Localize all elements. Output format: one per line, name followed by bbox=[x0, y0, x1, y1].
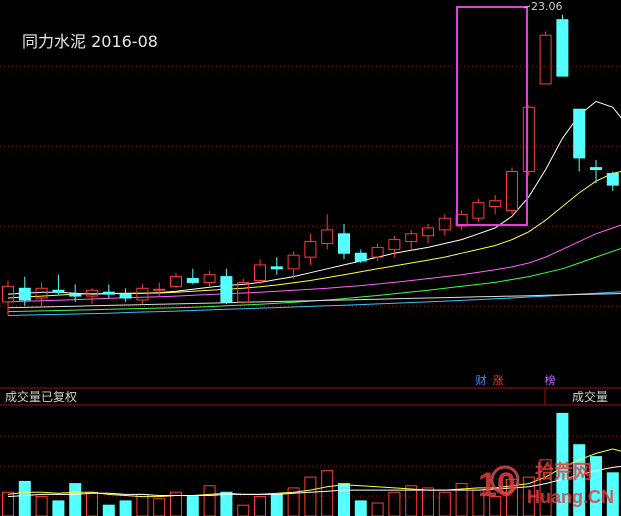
volume-bar bbox=[237, 504, 250, 516]
max-price-label: 23.06 bbox=[531, 0, 563, 13]
candle bbox=[354, 252, 367, 262]
candle bbox=[186, 278, 199, 283]
volume-bar bbox=[102, 504, 115, 516]
candle bbox=[590, 167, 602, 171]
volume-bar bbox=[18, 480, 31, 516]
candle bbox=[237, 281, 250, 303]
candle bbox=[338, 233, 350, 254]
candle bbox=[119, 293, 132, 299]
candle bbox=[539, 34, 552, 85]
volume-bar bbox=[52, 500, 65, 516]
candle bbox=[606, 172, 619, 186]
ma120-line bbox=[7, 293, 621, 309]
candle bbox=[388, 239, 401, 250]
volume-panel-right-label: 成交量 bbox=[572, 389, 608, 404]
chart-title: 同力水泥 2016-08 bbox=[22, 32, 158, 51]
volume-bar bbox=[119, 500, 132, 516]
event-badge[interactable]: 涨 bbox=[493, 374, 504, 387]
volume-bar bbox=[69, 483, 82, 516]
ma20-line bbox=[7, 224, 621, 303]
candle bbox=[371, 246, 384, 258]
event-badges: 财涨 榜 bbox=[476, 373, 556, 387]
volume-bar bbox=[186, 496, 199, 516]
candle bbox=[270, 266, 283, 270]
ma10-line bbox=[7, 171, 621, 299]
event-badge[interactable]: 财 bbox=[476, 373, 487, 387]
candle bbox=[422, 227, 434, 237]
volume-bar bbox=[136, 493, 149, 516]
candle bbox=[522, 106, 535, 172]
ma5-line bbox=[7, 100, 621, 295]
volume-bar bbox=[321, 470, 334, 516]
candle bbox=[254, 264, 266, 281]
candles bbox=[2, 14, 619, 316]
volume-panel-label: 成交量已复权 bbox=[5, 389, 77, 404]
candle bbox=[438, 217, 451, 231]
watermark-domain: Huang.CN bbox=[527, 487, 614, 507]
candle bbox=[220, 276, 233, 303]
candle bbox=[170, 276, 182, 287]
candle bbox=[405, 233, 418, 243]
event-badge[interactable]: 榜 bbox=[545, 373, 556, 387]
volume-bar bbox=[153, 498, 166, 516]
candle bbox=[52, 289, 65, 293]
volume-bar bbox=[354, 500, 367, 516]
volume-bar bbox=[254, 496, 266, 516]
volume-bar bbox=[203, 485, 216, 516]
moving-average-lines bbox=[7, 100, 621, 316]
candle bbox=[102, 291, 115, 295]
candle bbox=[321, 229, 334, 245]
volume-bar bbox=[422, 487, 434, 516]
volume-bar bbox=[304, 476, 317, 516]
volume-bar bbox=[35, 496, 48, 516]
candle bbox=[472, 202, 485, 219]
candle bbox=[304, 241, 317, 258]
candle bbox=[287, 254, 300, 270]
candle bbox=[203, 274, 216, 283]
watermark-brand: 拾荒网 bbox=[535, 460, 592, 483]
volume-bar bbox=[388, 491, 401, 516]
candle bbox=[573, 108, 586, 159]
candle bbox=[69, 293, 82, 297]
candle bbox=[556, 19, 569, 77]
volume-bar bbox=[338, 483, 350, 516]
candle bbox=[18, 287, 31, 301]
volume-bar bbox=[270, 493, 283, 516]
volume-bar bbox=[220, 491, 233, 516]
candle bbox=[506, 171, 518, 211]
candle bbox=[489, 200, 502, 208]
watermark-number: 10 bbox=[478, 466, 516, 504]
stock-chart: 同力水泥 2016-08 23.06 财涨 榜 成交量已复权 成交量 10 拾荒网… bbox=[0, 0, 621, 516]
candle bbox=[153, 288, 166, 291]
candle bbox=[136, 287, 149, 301]
highlight-box bbox=[456, 6, 528, 226]
volume-bar bbox=[371, 502, 384, 516]
candle bbox=[86, 289, 98, 297]
